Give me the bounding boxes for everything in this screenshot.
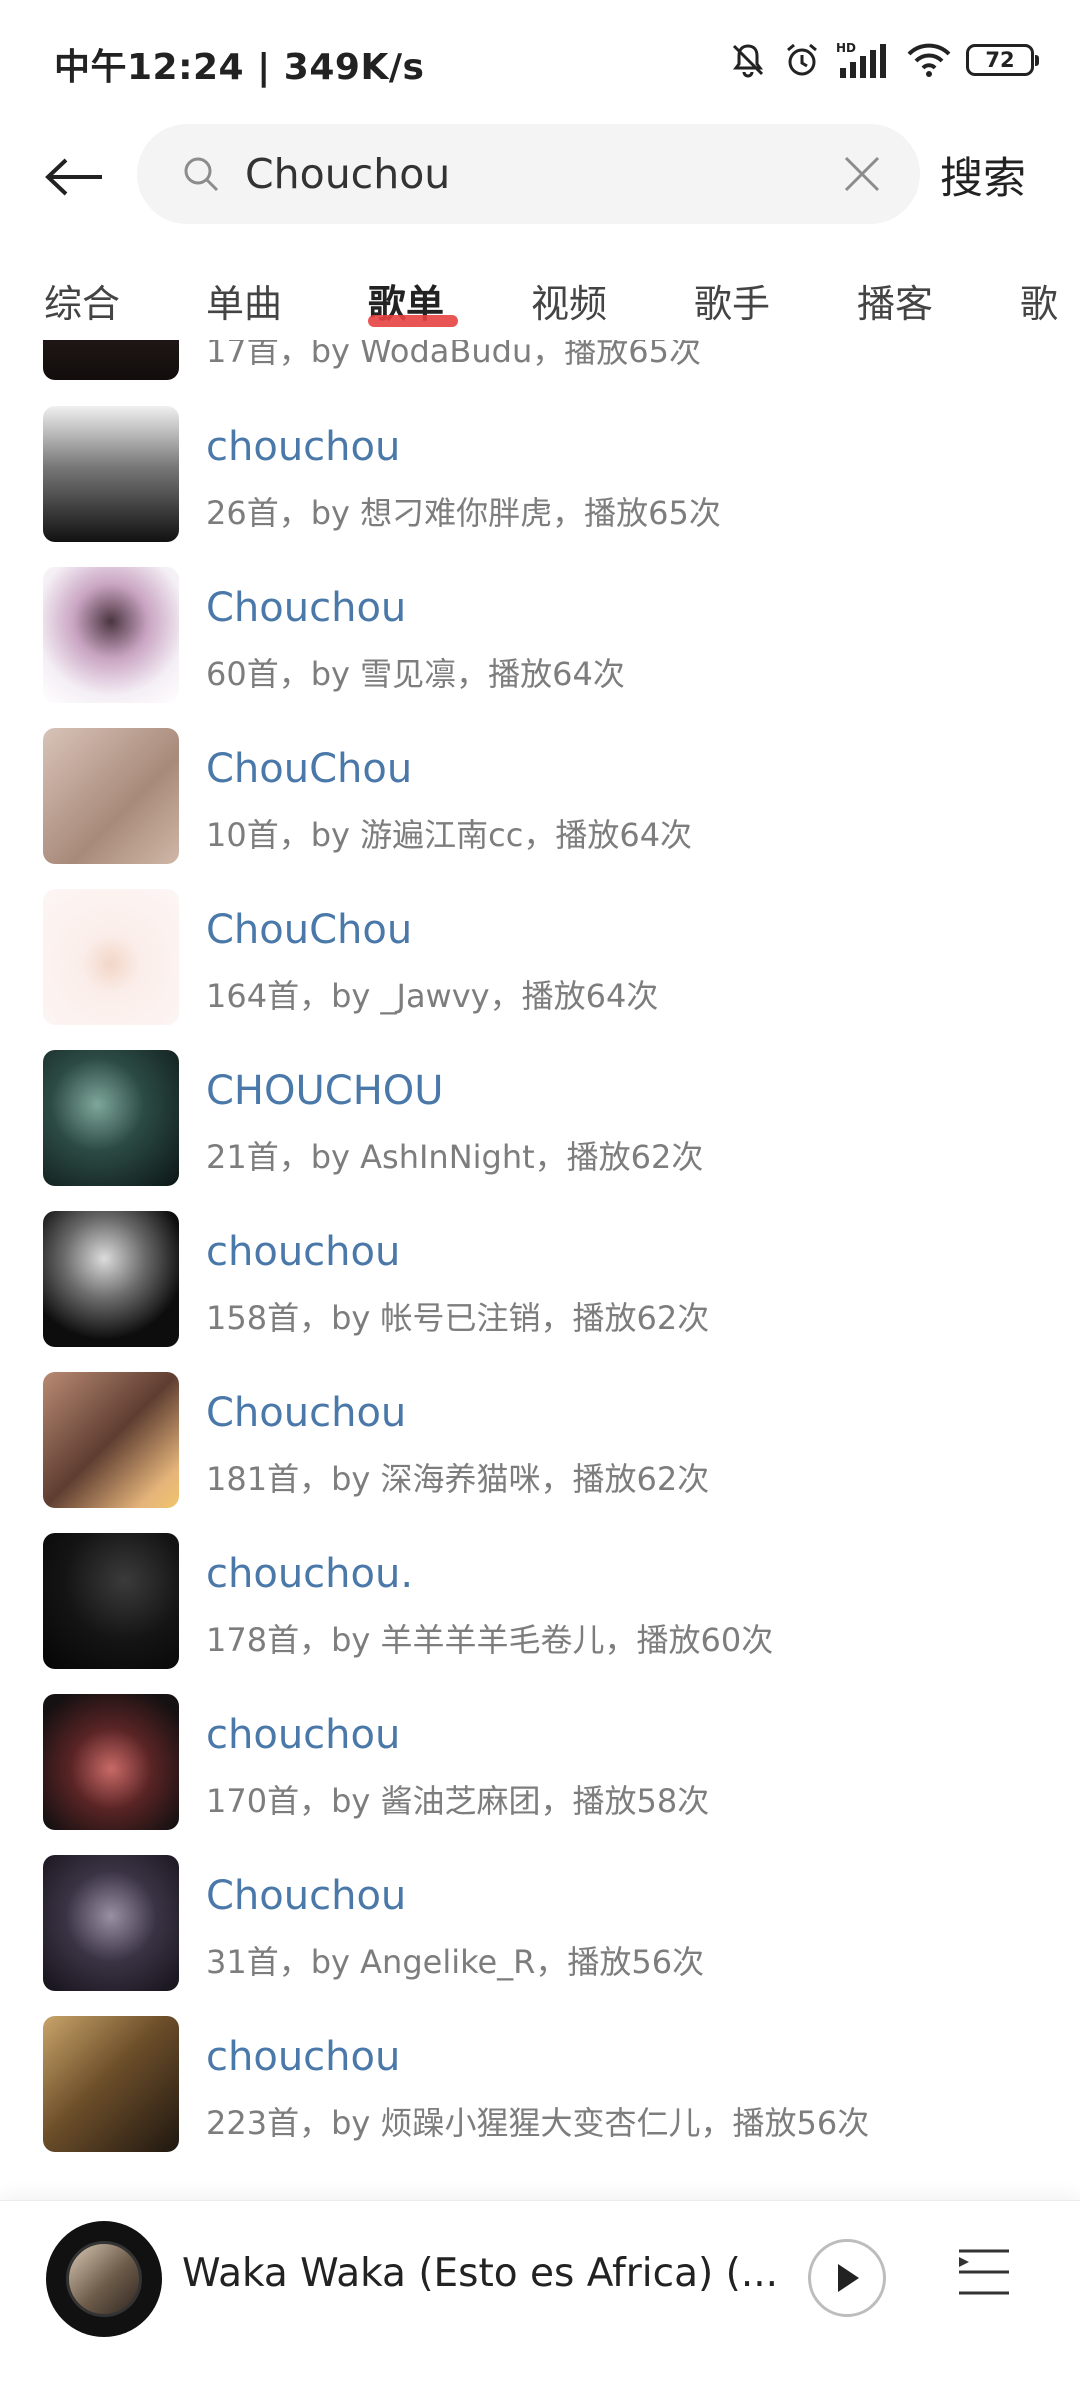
list-item[interactable]: chouchou 158首，by 帐号已注销，播放62次 xyxy=(0,1211,1080,1373)
playlist-meta: 60首，by 雪见凛，播放64次 xyxy=(206,655,625,693)
search-input[interactable] xyxy=(245,144,805,204)
playlist-title: Chouchou xyxy=(206,585,407,631)
status-time: 中午12:24 | 349K/s xyxy=(54,47,425,88)
search-button[interactable]: 搜索 xyxy=(940,144,1026,206)
clear-search-button[interactable] xyxy=(838,150,886,198)
playlist-title: chouchou. xyxy=(206,1551,414,1597)
playlist-meta: 158首，by 帐号已注销，播放62次 xyxy=(206,1299,710,1337)
search-header: 搜索 xyxy=(0,120,1080,230)
playlist-meta: 178首，by 羊羊羊羊毛卷儿，播放60次 xyxy=(206,1621,774,1659)
queue-icon xyxy=(959,2249,1009,2295)
search-box[interactable] xyxy=(137,124,920,224)
playlist-title: ChouChou xyxy=(206,746,413,792)
playlist-title: chouchou xyxy=(206,1712,401,1758)
playlist-cover xyxy=(43,889,179,1025)
tab-artists[interactable]: 歌手 xyxy=(694,273,770,328)
play-button[interactable] xyxy=(808,2239,886,2317)
playlist-meta: 223首，by 烦躁小猩猩大变杏仁儿，播放56次 xyxy=(206,2104,870,2142)
playlist-title: chouchou xyxy=(206,424,401,470)
status-bar: 中午12:24 | 349K/s HD 72 xyxy=(0,0,1080,120)
hd-signal-icon: HD xyxy=(836,40,892,80)
active-tab-indicator xyxy=(368,315,458,327)
playlist-cover xyxy=(43,1694,179,1830)
status-icons: HD 72 xyxy=(728,38,1039,82)
battery-icon: 72 xyxy=(966,44,1039,76)
list-item[interactable]: chouchou 26首，by 想刁难你胖虎，播放65次 xyxy=(0,406,1080,568)
playlist-cover xyxy=(43,1533,179,1669)
playlist-results: 17首，by WodaBudu，播放65次 chouchou 26首，by 想刁… xyxy=(0,340,1080,2220)
list-item[interactable]: chouchou 170首，by 酱油芝麻团，播放58次 xyxy=(0,1694,1080,1856)
playlist-title: chouchou xyxy=(206,2034,401,2080)
list-item[interactable]: chouchou. 178首，by 羊羊羊羊毛卷儿，播放60次 xyxy=(0,1533,1080,1695)
playlist-title: chouchou xyxy=(206,1229,401,1275)
wifi-icon xyxy=(906,40,952,80)
playlist-cover xyxy=(43,1211,179,1347)
back-arrow-icon xyxy=(45,158,102,196)
playlist-title: Chouchou xyxy=(206,1390,407,1436)
now-playing-cover[interactable] xyxy=(46,2221,162,2337)
playlist-meta: 31首，by Angelike_R，播放56次 xyxy=(206,1943,705,1981)
playlist-meta: 170首，by 酱油芝麻团，播放58次 xyxy=(206,1782,710,1820)
playlist-meta: 181首，by 深海养猫咪，播放62次 xyxy=(206,1460,710,1498)
playlist-cover xyxy=(43,2016,179,2152)
category-tabs: 综合 单曲 歌单 视频 歌手 播客 歌 xyxy=(0,255,1080,335)
alarm-icon xyxy=(782,40,822,80)
list-item[interactable]: CHOUCHOU 21首，by AshInNight，播放62次 xyxy=(0,1050,1080,1212)
tab-all[interactable]: 综合 xyxy=(44,273,120,328)
list-item[interactable]: ChouChou 10首，by 游遍江南cc，播放64次 xyxy=(0,728,1080,890)
svg-text:HD: HD xyxy=(836,41,856,55)
back-button[interactable] xyxy=(40,142,110,212)
playlist-cover xyxy=(43,1855,179,1991)
list-item[interactable]: Chouchou 31首，by Angelike_R，播放56次 xyxy=(0,1855,1080,2017)
close-icon xyxy=(844,156,880,192)
playlist-cover xyxy=(43,406,179,542)
playlist-cover xyxy=(43,340,179,380)
play-icon xyxy=(838,2264,859,2292)
playlist-meta: 17首，by WodaBudu，播放65次 xyxy=(206,340,701,370)
list-item[interactable]: Chouchou 181首，by 深海养猫咪，播放62次 xyxy=(0,1372,1080,1534)
playlist-meta: 164首，by _Jawvy，播放64次 xyxy=(206,977,659,1015)
tab-songs[interactable]: 单曲 xyxy=(206,273,282,328)
now-playing-title: Waka Waka (Esto es Africa) (... xyxy=(182,2251,779,2296)
playlist-cover xyxy=(43,1050,179,1186)
playlist-meta: 21首，by AshInNight，播放62次 xyxy=(206,1138,704,1176)
list-item[interactable]: chouchou 223首，by 烦躁小猩猩大变杏仁儿，播放56次 xyxy=(0,2016,1080,2178)
search-icon xyxy=(181,154,221,198)
mini-player[interactable]: Waka Waka (Esto es Africa) (... xyxy=(0,2200,1080,2400)
playlist-button[interactable] xyxy=(955,2243,1013,2301)
playlist-title: ChouChou xyxy=(206,907,413,953)
playlist-cover xyxy=(43,728,179,864)
list-item[interactable]: ChouChou 164首，by _Jawvy，播放64次 xyxy=(0,889,1080,1051)
mute-icon xyxy=(728,40,768,80)
playlist-meta: 26首，by 想刁难你胖虎，播放65次 xyxy=(206,494,721,532)
list-item[interactable]: Chouchou 60首，by 雪见凛，播放64次 xyxy=(0,567,1080,729)
tab-lyrics[interactable]: 歌 xyxy=(1020,273,1058,328)
playlist-title: CHOUCHOU xyxy=(206,1068,444,1114)
playlist-cover xyxy=(43,1372,179,1508)
playlist-meta: 10首，by 游遍江南cc，播放64次 xyxy=(206,816,693,854)
playlist-cover xyxy=(43,567,179,703)
playlist-title: Chouchou xyxy=(206,1873,407,1919)
tab-podcasts[interactable]: 播客 xyxy=(857,273,933,328)
tab-videos[interactable]: 视频 xyxy=(531,273,607,328)
album-art xyxy=(66,2241,142,2317)
